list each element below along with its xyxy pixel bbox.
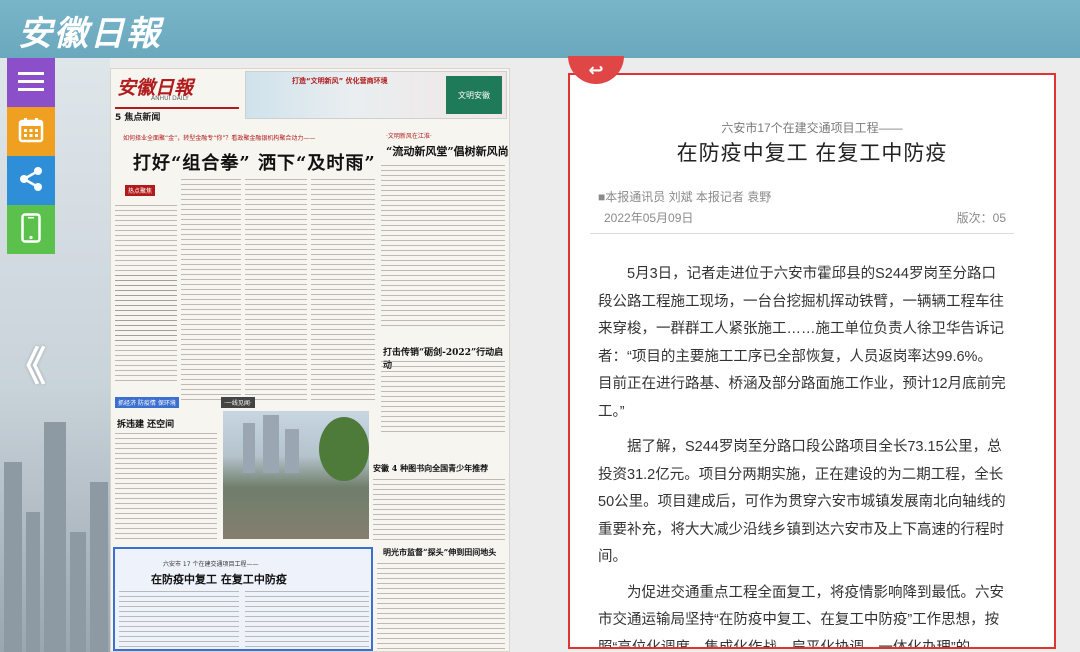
building-shape [263,415,279,473]
newspaper-kicker: 如何择业全面聚“金”，转型金融专“你”？看政聚金融银机构聚合动力—— [123,135,316,142]
highlight-kicker: 六安市 17 个在建交通项目工程—— [163,561,259,568]
banner-text: 打造“文明新风” 优化营商环境 [292,77,388,85]
text-column [377,563,505,649]
highlight-headline: 在防疫中复工 在复工中防疫 [151,573,287,586]
text-column [381,165,505,329]
site-logo[interactable]: 安徽日報 [18,6,162,55]
previous-page-arrow-icon[interactable]: 《 [6,334,46,392]
text-column [245,179,307,401]
side-headline[interactable]: “流动新风堂”倡树新风尚 [386,143,509,159]
menu-icon [18,71,44,95]
text-column [115,433,217,541]
tree-shape [319,417,369,481]
article-byline: ■本报通讯员 刘斌 本报记者 袁野 [598,190,772,204]
article-kicker: 六安市17个在建交通项目工程—— [721,121,903,135]
building-shape [70,532,86,652]
building-shape [90,482,108,652]
mid-headline-3[interactable]: 明光市监督“探头”伸到田间地头 [383,547,496,558]
news-photo[interactable] [223,411,369,539]
calendar-button[interactable] [7,107,55,156]
share-button[interactable] [7,156,55,205]
newspaper-masthead-en: ANHUI DAILY [151,95,189,102]
banner-badge: 文明安徽 [446,76,502,114]
article-paragraph: 据了解，S244罗岗至分路口段公路项目全长73.15公里，总投资31.2亿元。项… [598,439,1006,565]
mobile-button[interactable] [7,205,55,254]
menu-button[interactable] [7,58,55,107]
building-shape [285,429,299,473]
mobile-icon [21,212,41,247]
article-page-number: 版次：05 [956,211,1006,225]
text-column [181,179,241,401]
article-panel: 六安市17个在建交通项目工程—— 在防疫中复工 在复工中防疫 ■本报通讯员 刘斌… [568,73,1056,649]
text-column [373,479,505,541]
divider [590,233,1014,234]
highlighted-article-box[interactable]: 六安市 17 个在建交通项目工程—— 在防疫中复工 在复工中防疫 [113,547,373,651]
article-title: 在防疫中复工 在复工中防疫 [676,142,948,165]
text-column [311,179,375,401]
photo-story-headline[interactable]: 拆违建 还空间 [117,417,174,430]
article-body: 5月3日，记者走进位于六安市霍邱县的S244罗岗至分路口段公路工程施工现场，一台… [598,261,1006,649]
text-column [245,591,369,647]
building-shape [243,423,255,473]
label-hot: 热点聚焦 [125,185,156,196]
article-date: 2022年05月09日 [604,211,694,225]
newspaper-page[interactable]: 安徽日報 ANHUI DAILY 5 焦点新闻 打造“文明新风” 优化营商环境 … [110,68,510,652]
label-frontline: ·一线见闻· [221,397,255,408]
text-column [119,591,239,647]
calendar-icon [18,117,44,147]
side-toolbar [7,58,55,254]
article-paragraph: 5月3日，记者走进位于六安市霍邱县的S244罗岗至分路口段公路工程施工现场，一台… [598,266,1006,420]
newspaper-headline[interactable]: 打好“组合拳” 洒下“及时雨” [133,149,376,175]
newspaper-banner-ad: 打造“文明新风” 优化营商环境 文明安徽 [245,71,507,119]
building-shape [26,512,40,652]
newspaper-section: 5 焦点新闻 [115,107,239,123]
text-column [115,275,177,385]
building-shape [4,462,22,652]
article-paragraph: 为促进交通重点工程全面复工，将疫情影响降到最低。六安市交通运输局坚持“在防疫中复… [598,584,1004,649]
share-icon [18,166,44,196]
label-economy: 抓经济 防疫情 保环境 [115,397,179,408]
mid-headline-2[interactable]: 安徽 4 种图书向全国青少年推荐 [373,463,488,474]
building-shape [44,422,66,652]
back-icon: ↩ [588,59,604,81]
text-column [381,361,505,433]
top-bar: 安徽日報 [0,0,1080,58]
side-kicker: ·文明新风在江淮· [386,133,432,140]
